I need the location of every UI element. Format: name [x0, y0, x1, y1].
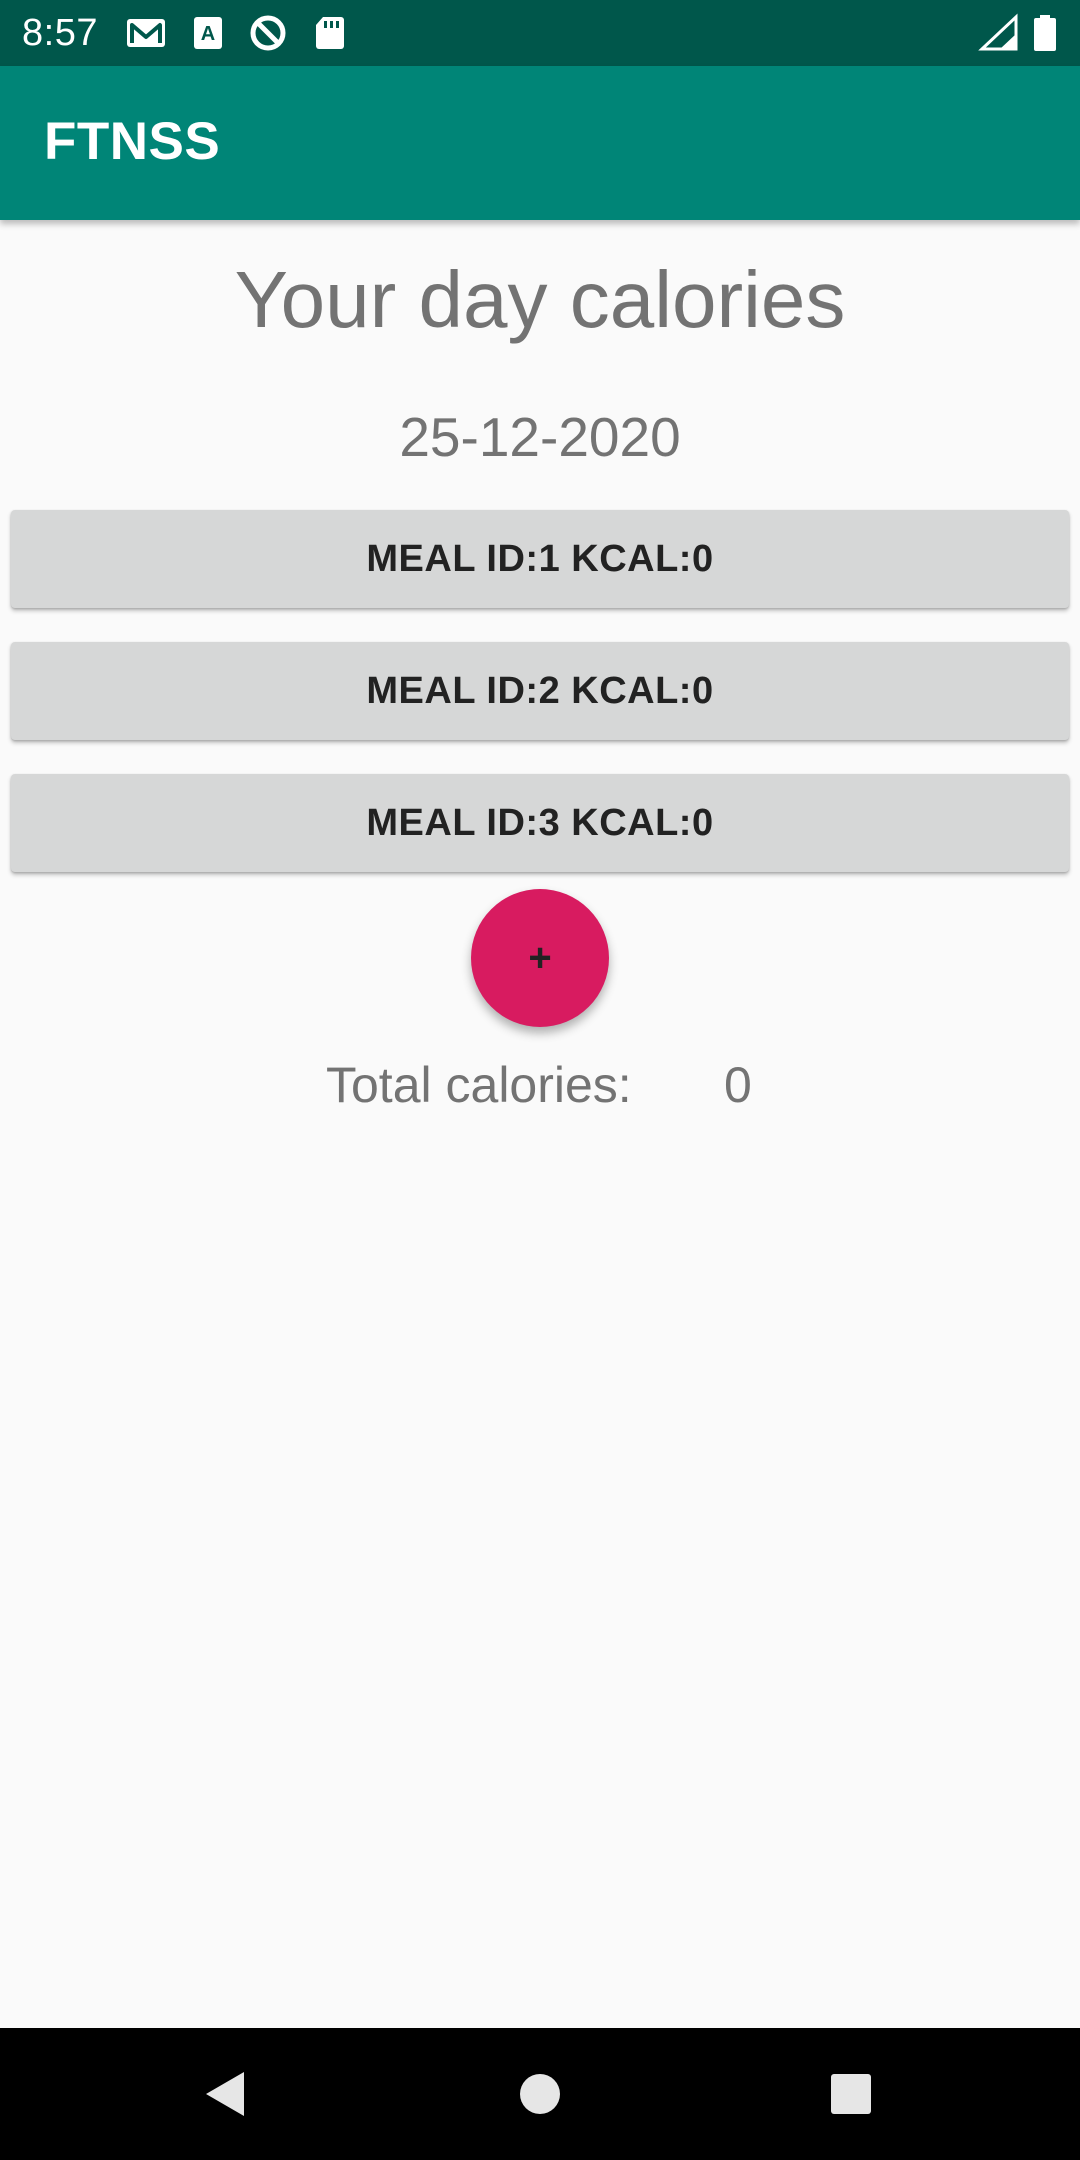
status-time: 8:57	[22, 12, 98, 54]
home-icon[interactable]	[504, 2058, 576, 2130]
recents-icon[interactable]	[815, 2058, 887, 2130]
meal-button-2[interactable]: MEAL ID:2 KCAL:0	[11, 642, 1069, 740]
battery-icon	[1030, 13, 1060, 53]
status-bar: 8:57 A	[0, 0, 1080, 66]
back-icon[interactable]	[190, 2058, 262, 2130]
navigation-bar	[0, 2028, 1080, 2160]
total-calories-label: Total calories:	[326, 1057, 632, 1113]
total-calories-value: 0	[724, 1057, 752, 1113]
sd-card-icon	[308, 13, 352, 53]
app-bar: FTNSS	[0, 66, 1080, 220]
sync-icon	[246, 13, 290, 53]
signal-icon	[978, 13, 1022, 53]
meal-button-3[interactable]: MEAL ID:3 KCAL:0	[11, 774, 1069, 872]
app-title: FTNSS	[44, 112, 221, 171]
add-meal-button[interactable]: +	[471, 889, 609, 1027]
text-a-icon: A	[186, 13, 230, 53]
page-title: Your day calories	[234, 255, 846, 344]
svg-text:A: A	[201, 23, 215, 45]
meal-button-1[interactable]: MEAL ID:1 KCAL:0	[11, 510, 1069, 608]
date-label: 25-12-2020	[399, 406, 681, 468]
gmail-icon	[124, 13, 168, 53]
